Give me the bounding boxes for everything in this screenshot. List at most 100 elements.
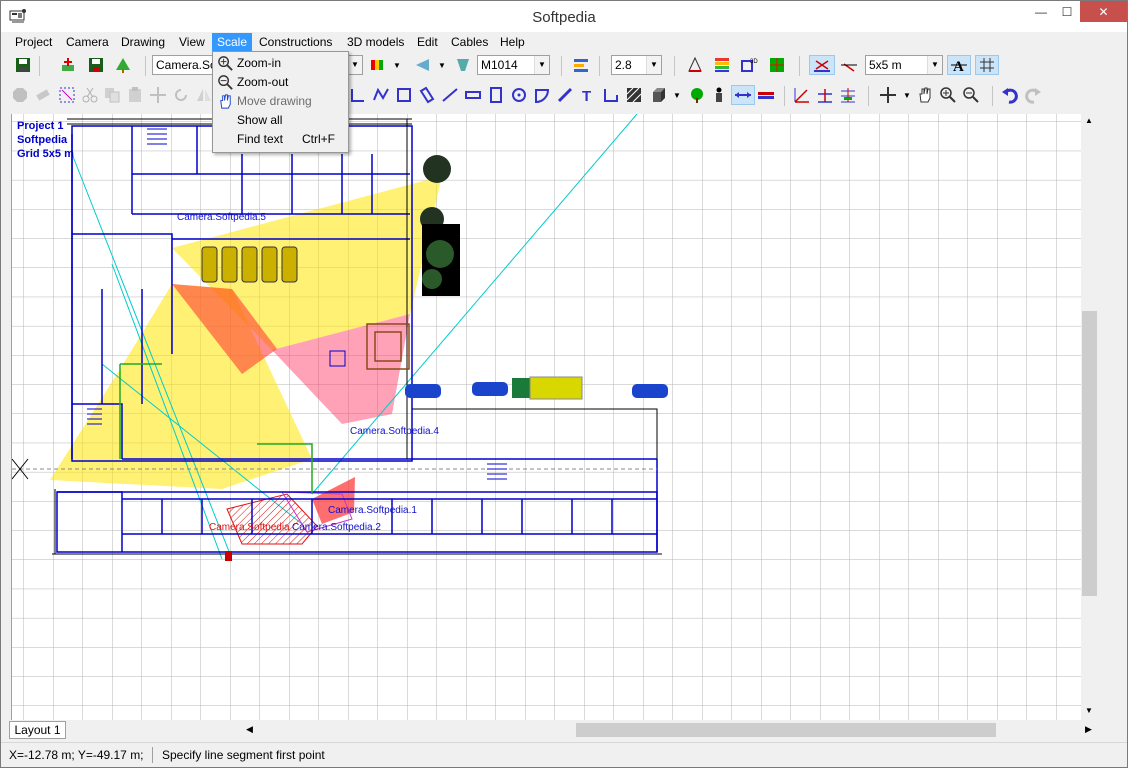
vertical-scrollbar[interactable]: ▲ ▼ <box>1081 114 1098 720</box>
tree-tool-button[interactable] <box>687 85 707 105</box>
zoom-in-button[interactable] <box>938 85 958 105</box>
model-select[interactable]: M1014 ▼ <box>477 55 550 75</box>
menu-drawing[interactable]: Drawing <box>116 33 170 51</box>
road-vehicles <box>405 376 668 400</box>
menu-item-move-drawing[interactable]: Move drawing <box>215 92 346 111</box>
move-button[interactable] <box>148 85 168 105</box>
circle-tool-button[interactable] <box>509 85 529 105</box>
cross-line-button[interactable] <box>809 55 835 75</box>
vertical-scroll-thumb[interactable] <box>1082 311 1097 596</box>
properties-button[interactable] <box>571 55 591 75</box>
maximize-button[interactable]: ☐ <box>1052 1 1082 23</box>
dimension-tool-button[interactable] <box>731 85 755 105</box>
pan-button[interactable] <box>915 85 935 105</box>
height-tool-button[interactable] <box>815 85 835 105</box>
stairs-tool-button[interactable] <box>555 85 575 105</box>
menu-help[interactable]: Help <box>495 33 530 51</box>
menu-view[interactable]: View <box>174 33 210 51</box>
slant-rect-tool-button[interactable] <box>417 85 437 105</box>
camera-view-button[interactable] <box>413 55 433 75</box>
color-dropdown-button[interactable]: ▼ <box>390 55 404 75</box>
door-tool-button[interactable] <box>486 85 506 105</box>
menu-project[interactable]: Project <box>10 33 57 51</box>
cross-line-off-button[interactable] <box>839 55 859 75</box>
zoom-out-button[interactable] <box>961 85 981 105</box>
menu-cables[interactable]: Cables <box>446 33 493 51</box>
spectrum-button[interactable] <box>712 55 732 75</box>
export-button[interactable] <box>113 55 133 75</box>
redo-button[interactable] <box>1023 85 1043 105</box>
chevron-down-icon[interactable]: ▼ <box>1085 706 1093 715</box>
tree-icon <box>116 58 130 73</box>
window-tool-button[interactable] <box>463 85 483 105</box>
camera-view-dropdown-button[interactable]: ▼ <box>435 55 449 75</box>
toolbar-separator <box>145 56 146 76</box>
add-icon <box>62 58 74 71</box>
text-tool-button[interactable]: T <box>578 85 598 105</box>
menu-3d-models[interactable]: 3D models <box>342 33 409 51</box>
arc-tool-button[interactable] <box>532 85 552 105</box>
tab-layout-1[interactable]: Layout 1 <box>9 721 66 739</box>
stop-button[interactable] <box>10 85 30 105</box>
menu-item-zoom-out[interactable]: Zoom-out <box>215 73 346 92</box>
cursor-coordinates: X=-12.78 m; Y=-49.17 m; <box>9 748 144 762</box>
lens-button[interactable] <box>453 55 473 75</box>
section-tool-button[interactable] <box>838 85 858 105</box>
snap-button[interactable] <box>878 85 898 105</box>
focal-select[interactable]: 2.8 ▼ <box>611 55 662 75</box>
line-tool-button[interactable] <box>440 85 460 105</box>
chevron-left-icon[interactable]: ◀ <box>246 724 253 735</box>
snap-dropdown-button[interactable]: ▼ <box>900 85 914 105</box>
undo-button[interactable] <box>1000 85 1020 105</box>
color-button[interactable] <box>368 55 388 75</box>
chevron-right-icon[interactable]: ▶ <box>1085 724 1092 735</box>
text-toggle-button[interactable]: A <box>947 55 971 75</box>
close-button[interactable]: ✕ <box>1080 1 1127 22</box>
menu-scale[interactable]: Scale <box>212 33 253 51</box>
floor-plan: Camera.Softpedia.5 Camera.Softpedia.4 Ca… <box>12 114 668 561</box>
3d-model-button[interactable] <box>648 85 668 105</box>
rectangle-tool-button[interactable] <box>394 85 414 105</box>
select-button[interactable] <box>57 85 77 105</box>
horizontal-scrollbar[interactable]: ◀ ▶ <box>240 720 1098 740</box>
mirror-button[interactable] <box>194 85 214 105</box>
wall-tool-button[interactable] <box>348 85 368 105</box>
camera-1-label: Camera.Softpedia.1 <box>328 505 417 516</box>
angle-tool-button[interactable] <box>792 85 812 105</box>
minimize-icon: — <box>1035 5 1047 19</box>
menu-item-label: Find text <box>237 132 284 146</box>
cut-button[interactable] <box>80 85 100 105</box>
menu-edit[interactable]: Edit <box>412 33 443 51</box>
save-button[interactable] <box>13 55 33 75</box>
paste-button[interactable] <box>125 85 145 105</box>
spectrum-icon <box>715 58 729 72</box>
save-layer-button[interactable] <box>86 55 106 75</box>
menu-camera[interactable]: Camera <box>61 33 114 51</box>
menu-item-zoom-in[interactable]: Zoom-in <box>215 54 346 73</box>
drawing-canvas[interactable]: Camera.Softpedia.5 Camera.Softpedia.4 Ca… <box>11 114 1081 720</box>
grid-color-button[interactable] <box>767 55 787 75</box>
add-layer-button[interactable] <box>58 55 78 75</box>
svg-text:3D: 3D <box>750 59 758 65</box>
bracket-tool-button[interactable] <box>601 85 621 105</box>
polyline-tool-button[interactable] <box>371 85 391 105</box>
hatch-tool-button[interactable] <box>624 85 644 105</box>
window-title: Softpedia <box>532 9 596 26</box>
3d-view-button[interactable]: 3D <box>739 55 759 75</box>
menu-item-find-text[interactable]: Find text Ctrl+F <box>215 130 346 149</box>
chevron-up-icon[interactable]: ▲ <box>1085 116 1093 125</box>
grid-toggle-button[interactable] <box>975 55 999 75</box>
cable-tool-button[interactable] <box>756 85 776 105</box>
person-tool-button[interactable] <box>709 85 729 105</box>
copy-button[interactable] <box>102 85 122 105</box>
menu-constructions[interactable]: Constructions <box>254 33 337 51</box>
menu-item-show-all[interactable]: Show all <box>215 111 346 130</box>
eraser-button[interactable] <box>33 85 53 105</box>
chevron-down-icon: ▼ <box>534 56 549 74</box>
measure-button[interactable] <box>685 55 705 75</box>
parking-cars <box>201 246 298 283</box>
horizontal-scroll-thumb[interactable] <box>576 723 996 737</box>
3d-model-dropdown-button[interactable]: ▼ <box>670 85 684 105</box>
grid-size-select[interactable]: 5x5 m ▼ <box>865 55 943 75</box>
rotate-button[interactable] <box>171 85 191 105</box>
